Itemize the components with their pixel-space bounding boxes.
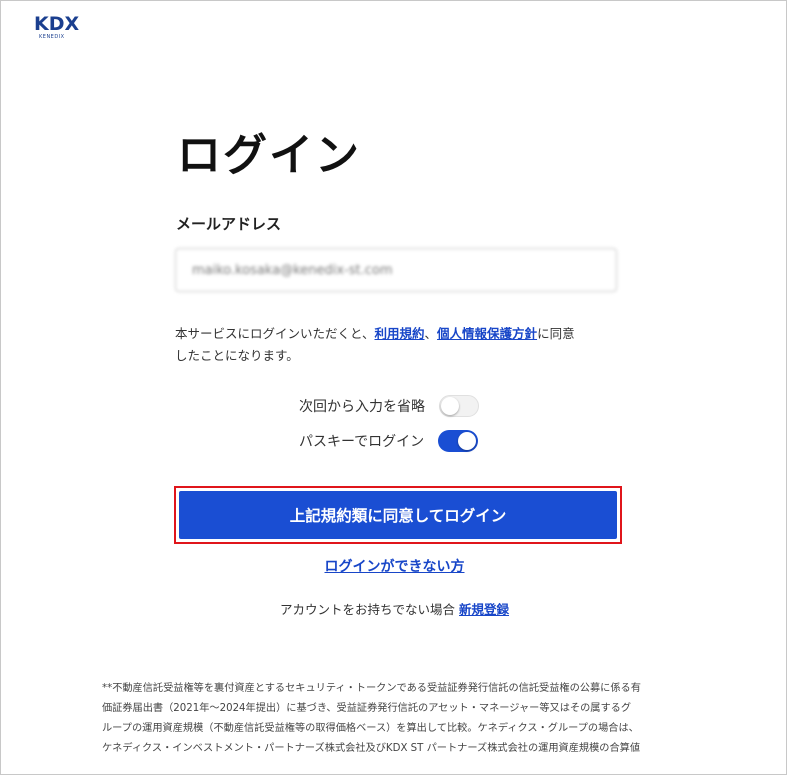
- privacy-policy-link[interactable]: 個人情報保護方針: [437, 326, 537, 341]
- email-label: メールアドレス: [176, 215, 282, 233]
- footnote: **不動産信託受益権等を裏付資産とするセキュリティ・トークンである受益証券発行信…: [102, 679, 702, 759]
- passkey-toggle[interactable]: [438, 430, 479, 452]
- kdx-logo[interactable]: KDX KENEDIX: [34, 15, 94, 43]
- terms-text-line2: したことになります。: [175, 348, 299, 363]
- signup-link[interactable]: 新規登録: [459, 602, 509, 617]
- terms-text-after: に同意: [537, 326, 575, 341]
- passkey-row: パスキーでログイン: [299, 430, 479, 452]
- terms-text-before: 本サービスにログインいただくと、: [175, 326, 375, 341]
- terms-of-use-link[interactable]: 利用規約: [375, 326, 425, 341]
- signup-prompt: アカウントをお持ちでない場合: [279, 602, 455, 617]
- remember-toggle-knob: [441, 397, 459, 415]
- footnote-line-1: **不動産信託受益権等を裏付資産とするセキュリティ・トークンである受益証券発行信…: [102, 683, 641, 694]
- cannot-login-link[interactable]: ログインができない方: [1, 556, 787, 576]
- remember-toggle[interactable]: [439, 395, 479, 417]
- footnote-line-4: ケネディクス・インベストメント・パートナーズ株式会社及びKDX ST パートナー…: [102, 743, 641, 754]
- passkey-toggle-knob: [458, 432, 477, 450]
- logo-main-text: KDX: [34, 13, 80, 35]
- terms-notice: 本サービスにログインいただくと、利用規約、個人情報保護方針に同意 したことになり…: [175, 323, 625, 367]
- login-button[interactable]: 上記規約類に同意してログイン: [179, 491, 617, 539]
- page-frame: KDX KENEDIX ログイン メールアドレス 本サービスにログインいただくと…: [0, 0, 787, 775]
- remember-row: 次回から入力を省略: [299, 395, 479, 417]
- remember-label: 次回から入力を省略: [299, 399, 425, 415]
- footnote-line-2: 価証券届出書（2021年〜2024年提出）に基づき、受益証券発行信託のアセット・…: [102, 703, 632, 714]
- email-field[interactable]: [175, 248, 617, 292]
- terms-separator: 、: [424, 326, 438, 341]
- passkey-label: パスキーでログイン: [299, 434, 425, 450]
- page-title: ログイン: [177, 130, 361, 181]
- signup-row: アカウントをお持ちでない場合 新規登録: [1, 599, 787, 618]
- footnote-line-3: ループの運用資産規模（不動産信託受益権等の取得価格ベース）を算出して比較。ケネデ…: [102, 723, 639, 734]
